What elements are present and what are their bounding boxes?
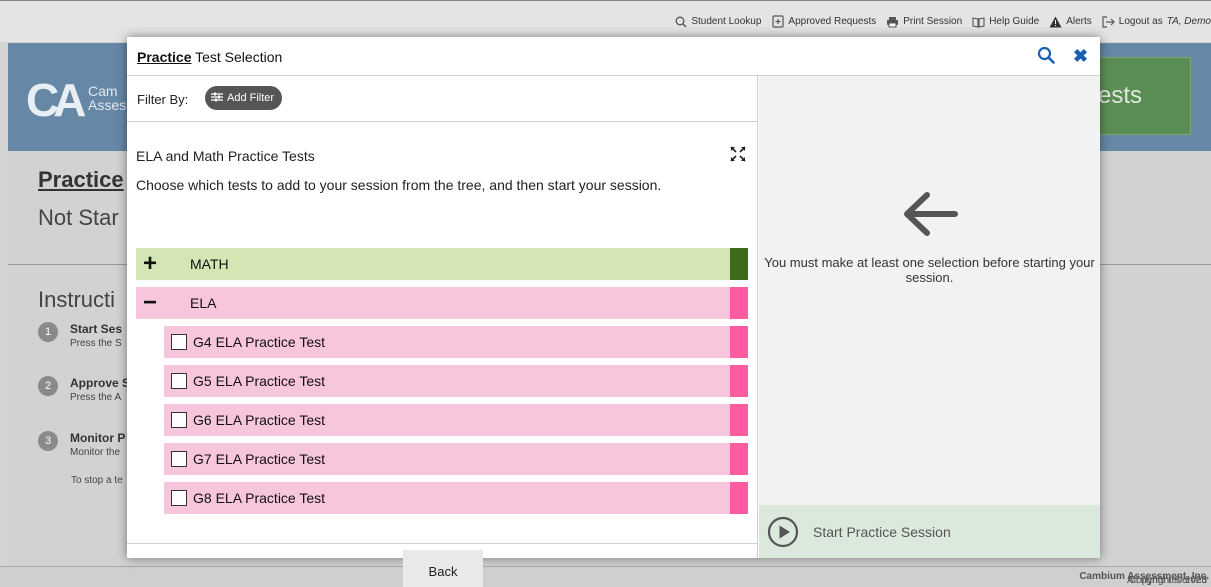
alerts-label: Alerts	[1066, 16, 1092, 27]
test-color-swatch	[730, 365, 748, 397]
logo-text: Cam Asses	[88, 84, 126, 112]
step-desc: Press the A	[70, 392, 122, 403]
test-tree-pane: Filter By: Add Filter ELA and Math Pract…	[127, 76, 758, 587]
test-item-g6-ela[interactable]: G6 ELA Practice Test	[164, 404, 748, 436]
test-checkbox[interactable]	[171, 451, 187, 467]
student-lookup-link[interactable]: Student Lookup	[674, 15, 761, 28]
test-label: G6 ELA Practice Test	[193, 412, 326, 428]
group-color-swatch	[730, 248, 748, 280]
group-color-swatch	[730, 287, 748, 319]
filter-bar: Filter By: Add Filter	[127, 76, 757, 122]
test-color-swatch	[730, 326, 748, 358]
start-practice-session-button[interactable]: Start Practice Session	[759, 505, 1100, 558]
step-title: Start Ses	[70, 322, 123, 336]
test-label: G8 ELA Practice Test	[193, 490, 326, 506]
printer-icon	[886, 15, 899, 28]
approved-requests-label: Approved Requests	[788, 16, 877, 27]
logout-label: Logout as	[1118, 16, 1163, 27]
sliders-icon	[211, 92, 223, 105]
help-guide-link[interactable]: Help Guide	[972, 15, 1039, 28]
step-desc: Monitor the	[70, 447, 121, 458]
close-icon[interactable]: ✖	[1073, 47, 1088, 65]
instructions-heading: Instructi	[38, 287, 116, 312]
start-practice-session-label: Start Practice Session	[813, 523, 951, 540]
dialog-header: Practice Test Selection ✖	[127, 37, 1100, 76]
dialog-title-strong: Practice	[137, 49, 192, 65]
step-number: 1	[38, 322, 58, 342]
back-button[interactable]: Back	[403, 550, 483, 587]
logout-link[interactable]: Logout as TA, Demo	[1102, 15, 1211, 28]
logo-text-line-2: Asses	[88, 97, 127, 113]
tree-description: Choose which tests to add to your sessio…	[136, 177, 662, 193]
test-checkbox[interactable]	[171, 412, 187, 428]
session-summary-pane: You must make at least one selection bef…	[759, 76, 1100, 558]
copyright-text: Copyright © 2023 Cambium Assessment, Inc…	[1079, 571, 1209, 586]
step-desc: Press the S	[70, 338, 122, 349]
print-session-label: Print Session	[903, 16, 963, 27]
expand-plus-icon[interactable]: +	[136, 252, 164, 276]
approved-requests-link[interactable]: Approved Requests	[771, 15, 876, 28]
step-title: Monitor P	[70, 431, 126, 445]
logged-in-user: TA, Demo	[1166, 16, 1211, 27]
instruction-step-2: 2 Approve S Press the A	[38, 376, 130, 403]
test-color-swatch	[730, 443, 748, 475]
top-links: Student Lookup Approved Requests Print S…	[674, 15, 1211, 28]
test-checkbox[interactable]	[171, 373, 187, 389]
logout-icon	[1102, 15, 1115, 28]
help-guide-label: Help Guide	[989, 16, 1040, 27]
search-icon[interactable]	[1037, 46, 1055, 64]
step-number: 2	[38, 376, 58, 396]
dialog-title-rest: Test Selection	[191, 49, 283, 65]
test-label: G5 ELA Practice Test	[193, 373, 326, 389]
logo-text-line-1: Cam	[88, 83, 118, 99]
tree-title: ELA and Math Practice Tests	[136, 148, 315, 164]
dialog-footer-left: Back	[127, 543, 757, 587]
instruction-step-3: 3 Monitor P Monitor the	[38, 431, 125, 458]
group-label: MATH	[190, 256, 229, 272]
play-circle-icon	[767, 516, 799, 548]
expand-fullscreen-icon[interactable]	[730, 146, 746, 162]
test-checkbox[interactable]	[171, 490, 187, 506]
tree-group-math[interactable]: + MATH	[136, 248, 748, 280]
filter-label: Filter By:	[137, 92, 189, 107]
instruction-step-1: 1 Start Ses Press the S	[38, 322, 122, 349]
practice-test-selection-dialog: Practice Test Selection ✖ Filter By: Add…	[127, 37, 1100, 587]
test-label: G4 ELA Practice Test	[193, 334, 326, 350]
alerts-link[interactable]: Alerts	[1049, 15, 1092, 28]
stop-instructions: To stop a te	[71, 475, 123, 486]
print-session-link[interactable]: Print Session	[886, 15, 962, 28]
group-label: ELA	[190, 295, 217, 311]
background-page-title: Practice	[38, 167, 124, 192]
student-lookup-label: Student Lookup	[691, 16, 762, 27]
dialog-title: Practice Test Selection	[137, 49, 282, 65]
step-number: 3	[38, 431, 58, 451]
add-filter-button[interactable]: Add Filter	[205, 86, 283, 110]
test-label: G7 ELA Practice Test	[193, 451, 326, 467]
cambium-logo-icon: CA	[26, 74, 87, 126]
book-icon	[972, 15, 985, 28]
tree-group-ela[interactable]: − ELA	[136, 287, 748, 319]
copyright-suffix: All rights reserved	[1126, 575, 1207, 586]
document-plus-icon	[771, 15, 784, 28]
top-utility-bar: Student Lookup Approved Requests Print S…	[0, 0, 1211, 42]
practice-tests-button-label: ests	[1098, 82, 1143, 109]
background-session-status: Not Star	[38, 205, 119, 230]
step-title: Approve S	[70, 376, 131, 390]
test-color-swatch	[730, 404, 748, 436]
collapse-minus-icon[interactable]: −	[136, 291, 164, 315]
add-filter-label: Add Filter	[227, 92, 275, 104]
arrow-left-icon	[899, 189, 959, 239]
test-item-g8-ela[interactable]: G8 ELA Practice Test	[164, 482, 748, 514]
search-icon	[674, 15, 687, 28]
test-item-g4-ela[interactable]: G4 ELA Practice Test	[164, 326, 748, 358]
selection-required-message: You must make at least one selection bef…	[764, 255, 1095, 285]
test-color-swatch	[730, 482, 748, 514]
test-checkbox[interactable]	[171, 334, 187, 350]
test-item-g7-ela[interactable]: G7 ELA Practice Test	[164, 443, 748, 475]
test-item-g5-ela[interactable]: G5 ELA Practice Test	[164, 365, 748, 397]
warning-icon	[1049, 15, 1062, 28]
